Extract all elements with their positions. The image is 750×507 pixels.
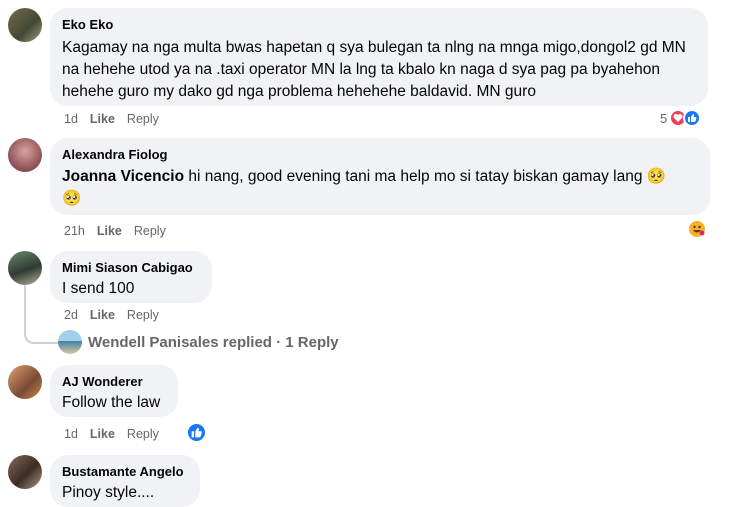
comment-actions: 1d Like Reply: [64, 111, 171, 127]
mentioned-user-link[interactable]: Joanna Vicencio: [62, 168, 184, 185]
like-button[interactable]: Like: [97, 223, 122, 239]
reaction-summary[interactable]: [687, 219, 707, 239]
replies-summary: Wendell Panisales replied · 1 Reply: [88, 333, 339, 351]
avatar[interactable]: [8, 138, 42, 172]
comment-author[interactable]: Mimi Siason Cabigao: [62, 259, 200, 276]
comment-bubble: Eko Eko Kagamay na nga multa bwas hapeta…: [50, 8, 708, 106]
like-button[interactable]: Like: [90, 307, 115, 323]
comment-bubble: Bustamante Angelo Pinoy style....: [50, 455, 200, 507]
comment-text: Follow the law: [62, 394, 161, 411]
avatar[interactable]: [8, 455, 42, 489]
comment-text: Kagamay na nga multa bwas hapetan q sya …: [62, 39, 686, 100]
reaction-summary[interactable]: [186, 422, 207, 443]
comment-time[interactable]: 1d: [64, 426, 78, 442]
comment-time[interactable]: 21h: [64, 223, 85, 239]
reply-button[interactable]: Reply: [134, 223, 166, 239]
comment-time[interactable]: 2d: [64, 307, 78, 323]
like-reaction-icon: [683, 109, 702, 127]
comment-author[interactable]: Eko Eko: [62, 16, 696, 33]
comment-text: Pinoy style....: [62, 484, 155, 501]
comment-actions: 2d Like Reply: [64, 307, 171, 323]
comment-author[interactable]: AJ Wonderer: [62, 373, 166, 390]
like-button[interactable]: Like: [90, 111, 115, 127]
comment-actions: 1d Like Reply: [64, 426, 171, 442]
comment-actions: 21h Like Reply: [64, 223, 178, 239]
comment-bubble: Alexandra Fiolog Joanna Vicencio hi nang…: [50, 138, 710, 215]
comment-bubble: AJ Wonderer Follow the law: [50, 365, 178, 417]
comment-author[interactable]: Bustamante Angelo: [62, 463, 188, 480]
comment-time[interactable]: 1d: [64, 111, 78, 127]
comment-author[interactable]: Alexandra Fiolog: [62, 146, 698, 163]
reply-button[interactable]: Reply: [127, 426, 159, 442]
reaction-count: 5: [660, 110, 668, 126]
reply-button[interactable]: Reply: [127, 307, 159, 323]
replier-avatar: [58, 330, 82, 354]
haha-reaction-icon: [687, 219, 707, 239]
comment-text: I send 100: [62, 280, 135, 297]
avatar[interactable]: [8, 251, 42, 285]
reaction-summary[interactable]: 5: [660, 109, 702, 127]
avatar[interactable]: [8, 8, 42, 42]
reply-button[interactable]: Reply: [127, 111, 159, 127]
comment-text: Joanna Vicencio hi nang, good evening ta…: [62, 166, 682, 210]
like-button[interactable]: Like: [90, 426, 115, 442]
avatar[interactable]: [8, 365, 42, 399]
view-replies-link[interactable]: Wendell Panisales replied · 1 Reply: [58, 330, 339, 354]
comment-bubble: Mimi Siason Cabigao I send 100: [50, 251, 212, 303]
like-reaction-icon: [186, 422, 207, 443]
